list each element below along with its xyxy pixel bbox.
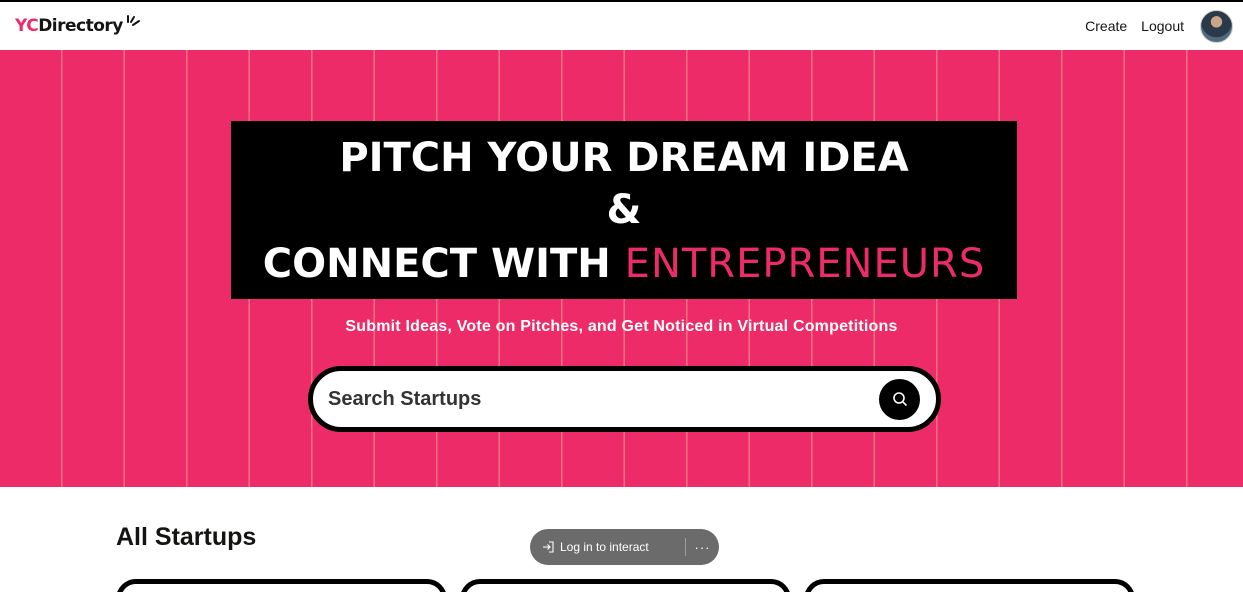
more-options-button[interactable]: ··· [686, 540, 719, 555]
login-label: Log in to interact [560, 540, 649, 554]
hero-heading-line3-start: CONNECT WITH [262, 241, 625, 287]
hero-section: PITCH YOUR DREAM IDEA & CONNECT WITH ENT… [0, 50, 1243, 487]
hero-subheading: Submit Ideas, Vote on Pitches, and Get N… [345, 318, 898, 335]
search-icon [892, 392, 907, 406]
sparkle-icon [126, 15, 140, 26]
hero-heading-line1: PITCH YOUR DREAM IDEA [339, 135, 909, 181]
startup-card[interactable] [804, 579, 1135, 592]
logout-link[interactable]: Logout [1141, 18, 1184, 34]
logo[interactable]: YC Directory [15, 15, 141, 36]
section-title: All Startups [116, 523, 257, 551]
create-link[interactable]: Create [1085, 18, 1127, 34]
avatar[interactable] [1200, 9, 1233, 43]
search-form [308, 366, 941, 432]
logo-prefix: YC [15, 16, 39, 36]
nav-actions: Create Logout [1085, 9, 1233, 43]
hero-heading-accent: ENTREPRENEURS [624, 241, 986, 287]
hero-heading-line3: CONNECT WITH ENTREPRENEURS [231, 239, 1017, 289]
login-overlay: Log in to interact ··· [530, 529, 719, 565]
startup-card[interactable] [460, 579, 791, 592]
navbar: YC Directory Create Logout [0, 2, 1243, 50]
search-button[interactable] [879, 378, 920, 420]
hero-heading-line2: & [606, 187, 642, 233]
logo-suffix: Directory [38, 16, 123, 36]
startup-card[interactable] [116, 579, 447, 592]
hero-heading: PITCH YOUR DREAM IDEA & CONNECT WITH ENT… [231, 121, 1017, 299]
search-input[interactable] [328, 387, 879, 411]
login-to-interact-button[interactable]: Log in to interact [530, 540, 685, 554]
login-icon [543, 541, 554, 553]
